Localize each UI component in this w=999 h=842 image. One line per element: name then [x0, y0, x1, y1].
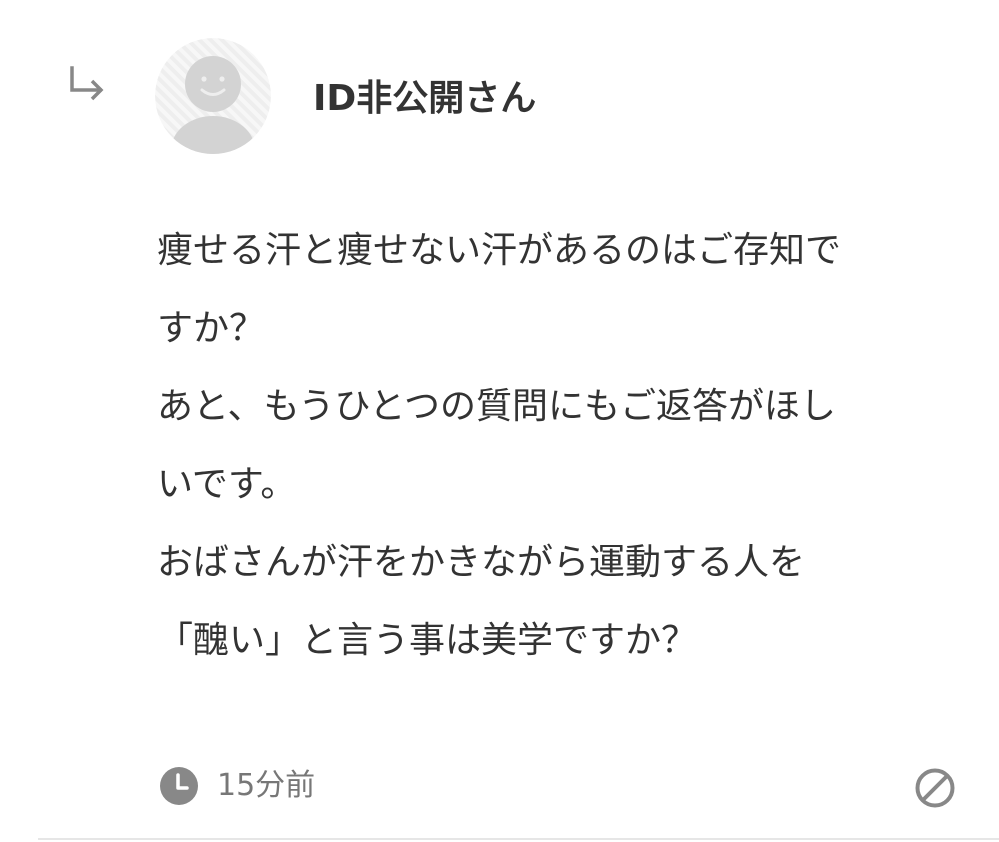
- comment-line: 「醜い」と言う事は美学ですか？: [157, 620, 698, 661]
- timestamp: 15分前: [217, 768, 316, 803]
- default-avatar-icon: [155, 38, 271, 154]
- comment-line: おばさんが汗をかきながら運動する人を: [157, 542, 806, 583]
- comment-line: あと、もうひとつの質問にもご返答がほし: [157, 386, 836, 427]
- report-prohibited-icon[interactable]: [913, 766, 957, 810]
- comment-line: 痩せる汗と痩せない汗があるのはご存知で: [157, 230, 842, 271]
- divider: [38, 838, 999, 840]
- comment-meta: 15分前: [159, 766, 315, 806]
- comment-body: 痩せる汗と痩せない汗があるのはご存知で すか？ あと、もうひとつの質問にもご返答…: [157, 212, 957, 680]
- comment-line: すか？: [157, 308, 266, 349]
- comment-line: いです。: [157, 464, 297, 505]
- clock-icon: [160, 767, 198, 805]
- avatar[interactable]: [155, 38, 271, 154]
- username[interactable]: ID非公開さん: [313, 72, 536, 126]
- reply-arrow-icon: [70, 66, 104, 101]
